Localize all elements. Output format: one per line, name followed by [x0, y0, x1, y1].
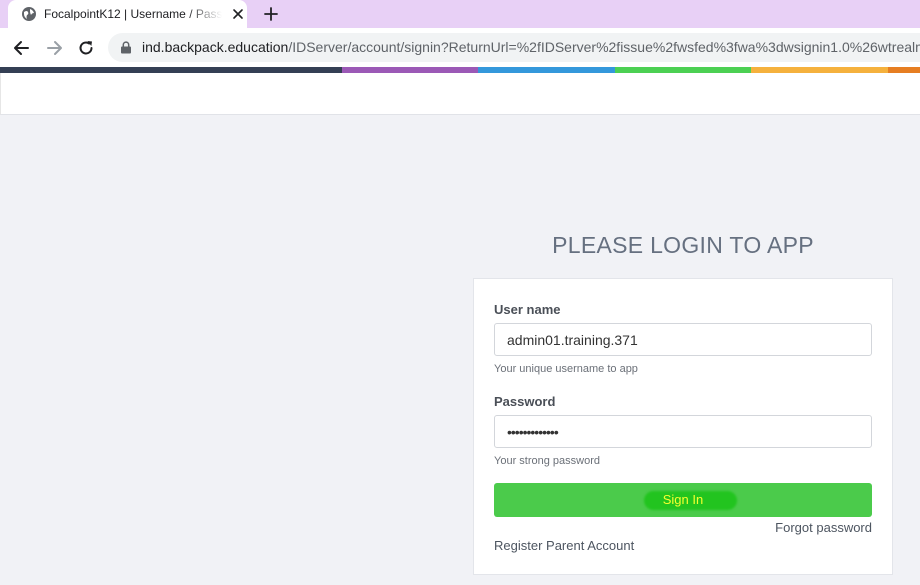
back-arrow-icon[interactable]: [12, 38, 32, 58]
login-panel: User name Your unique username to app Pa…: [473, 278, 893, 575]
globe-icon: [22, 7, 36, 21]
username-label: User name: [494, 302, 561, 317]
new-tab-icon[interactable]: [262, 5, 280, 23]
username-hint: Your unique username to app: [494, 363, 638, 375]
forgot-password-link[interactable]: Forgot password: [775, 520, 872, 535]
forward-arrow-icon[interactable]: [44, 38, 64, 58]
url-path: /IDServer/account/signin?ReturnUrl=%2fID…: [288, 39, 920, 55]
sign-in-button[interactable]: Sign In: [494, 483, 872, 517]
tab-title: FocalpointK12 | Username / Password Logi…: [44, 7, 222, 21]
lock-icon[interactable]: [120, 41, 132, 54]
username-input[interactable]: [494, 323, 872, 356]
register-parent-link[interactable]: Register Parent Account: [494, 538, 634, 553]
app-header: [0, 73, 920, 115]
password-label: Password: [494, 394, 556, 409]
browser-tabstrip: FocalpointK12 | Username / Password Logi…: [0, 0, 920, 28]
browser-tab[interactable]: FocalpointK12 | Username / Password Logi…: [8, 0, 247, 28]
address-bar[interactable]: ind.backpack.education/IDServer/account/…: [108, 33, 920, 62]
url-host: ind.backpack.education: [142, 39, 289, 55]
password-hint: Your strong password: [494, 455, 600, 467]
close-tab-icon[interactable]: [230, 6, 246, 22]
reload-icon[interactable]: [76, 38, 96, 58]
url-text[interactable]: ind.backpack.education/IDServer/account/…: [142, 39, 920, 55]
login-heading: PLEASE LOGIN TO APP: [552, 232, 814, 258]
password-input[interactable]: [494, 415, 872, 448]
sign-in-label: Sign In: [662, 492, 704, 507]
browser-toolbar: ind.backpack.education/IDServer/account/…: [0, 28, 920, 67]
